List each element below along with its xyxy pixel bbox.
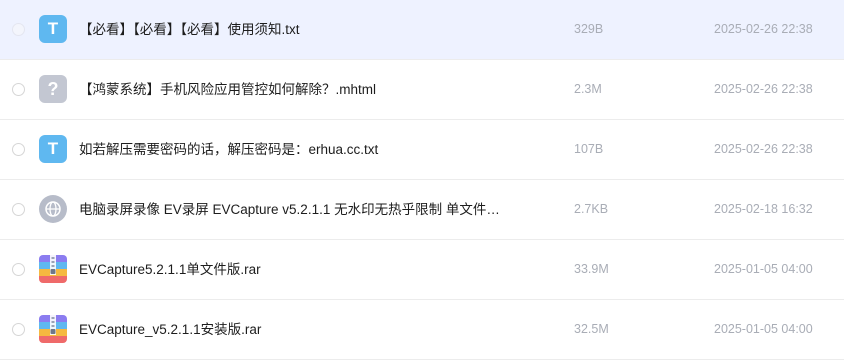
web-link-icon: [39, 195, 67, 223]
file-size: 329B: [574, 22, 604, 36]
select-checkbox[interactable]: [12, 263, 25, 276]
file-name[interactable]: 如若解压需要密码的话，解压密码是：erhua.cc.txt: [79, 120, 378, 179]
txt-file-icon: T: [39, 135, 67, 163]
file-name[interactable]: 电脑录屏录像 EV录屏 EVCapture v5.2.1.1 无水印无热乎限制 …: [79, 180, 500, 239]
file-size: 32.5M: [574, 322, 609, 336]
globe-icon: [45, 201, 61, 217]
file-name[interactable]: 【必看】【必看】【必看】使用须知.txt: [79, 0, 300, 59]
file-size: 2.7KB: [574, 202, 609, 216]
file-date: 2025-02-26 22:38: [714, 142, 813, 156]
select-checkbox[interactable]: [12, 23, 25, 36]
file-date: 2025-01-05 04:00: [714, 262, 813, 276]
file-row[interactable]: EVCapture_v5.2.1.1安装版.rar 32.5M 2025-01-…: [0, 300, 844, 360]
file-name[interactable]: 【鸿蒙系统】手机风险应用管控如何解除？.mhtml: [79, 60, 376, 119]
select-checkbox[interactable]: [12, 323, 25, 336]
file-name[interactable]: EVCapture_v5.2.1.1安装版.rar: [79, 300, 261, 359]
file-size: 2.3M: [574, 82, 602, 96]
file-row[interactable]: EVCapture5.2.1.1单文件版.rar 33.9M 2025-01-0…: [0, 240, 844, 300]
file-date: 2025-01-05 04:00: [714, 322, 813, 336]
txt-file-icon: T: [39, 15, 67, 43]
select-checkbox[interactable]: [12, 143, 25, 156]
file-date: 2025-02-18 16:32: [714, 202, 813, 216]
file-date: 2025-02-26 22:38: [714, 22, 813, 36]
unknown-file-icon: ?: [39, 75, 67, 103]
select-checkbox[interactable]: [12, 83, 25, 96]
file-row[interactable]: ? 【鸿蒙系统】手机风险应用管控如何解除？.mhtml 2.3M 2025-02…: [0, 60, 844, 120]
file-size: 107B: [574, 142, 604, 156]
file-name[interactable]: EVCapture5.2.1.1单文件版.rar: [79, 240, 261, 299]
file-row[interactable]: T 如若解压需要密码的话，解压密码是：erhua.cc.txt 107B 202…: [0, 120, 844, 180]
file-row[interactable]: T 【必看】【必看】【必看】使用须知.txt 329B 2025-02-26 2…: [0, 0, 844, 60]
rar-archive-icon: [39, 255, 67, 283]
select-checkbox[interactable]: [12, 203, 25, 216]
file-list: T 【必看】【必看】【必看】使用须知.txt 329B 2025-02-26 2…: [0, 0, 844, 360]
file-row[interactable]: 电脑录屏录像 EV录屏 EVCapture v5.2.1.1 无水印无热乎限制 …: [0, 180, 844, 240]
file-size: 33.9M: [574, 262, 609, 276]
rar-archive-icon: [39, 315, 67, 343]
file-date: 2025-02-26 22:38: [714, 82, 813, 96]
